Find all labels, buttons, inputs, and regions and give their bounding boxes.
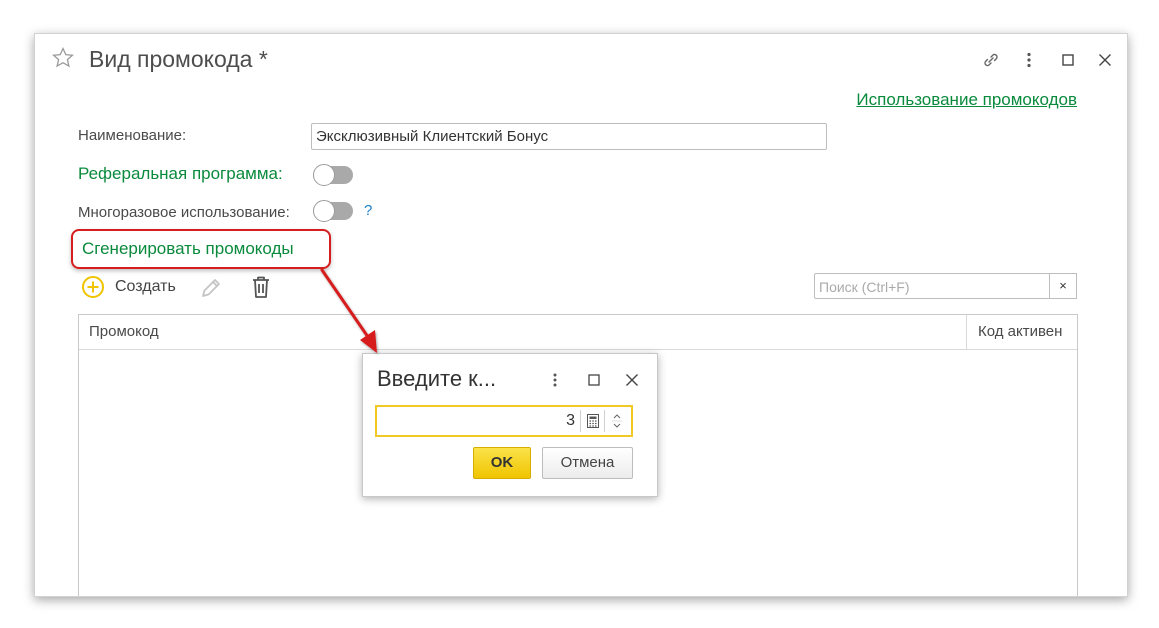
window-title: Вид промокода * — [89, 46, 268, 72]
search-input[interactable]: Поиск (Ctrl+F) — [814, 273, 1050, 299]
column-header-active[interactable]: Код активен — [978, 323, 1062, 340]
more-icon[interactable] — [1019, 50, 1039, 70]
name-input[interactable]: Эксклюзивный Клиентский Бонус — [311, 123, 827, 150]
search-clear-button[interactable]: × — [1050, 273, 1077, 299]
name-label: Наименование: — [78, 127, 187, 144]
star-icon[interactable] — [51, 46, 75, 70]
column-header-promocode[interactable]: Промокод — [89, 323, 159, 340]
promo-usage-link[interactable]: Использование промокодов — [856, 90, 1077, 110]
toggle-knob — [313, 164, 335, 186]
spin-updown-icon[interactable] — [609, 409, 625, 433]
column-divider — [966, 315, 967, 349]
ok-button[interactable]: OK — [473, 447, 531, 479]
generate-promocodes-label: Сгенерировать промокоды — [82, 239, 294, 258]
create-label: Создать — [115, 278, 176, 295]
referral-label: Реферальная программа: — [78, 164, 283, 183]
form-window: Вид промокода * Использование промокодов… — [34, 33, 1128, 597]
calculator-icon[interactable] — [585, 413, 601, 429]
reusable-label: Многоразовое использование: — [78, 204, 290, 221]
dialog-close-icon[interactable] — [622, 370, 642, 390]
field-divider — [604, 410, 605, 432]
maximize-icon[interactable] — [1058, 50, 1078, 70]
number-value: 3 — [566, 412, 575, 429]
generate-promocodes-link[interactable]: Сгенерировать промокоды — [71, 229, 331, 269]
table-header: Промокод Код активен — [79, 315, 1077, 350]
reusable-toggle[interactable] — [313, 200, 353, 222]
delete-trash-icon[interactable] — [248, 274, 274, 300]
dialog-more-icon[interactable] — [547, 370, 563, 390]
dialog-maximize-icon[interactable] — [585, 370, 603, 390]
edit-pencil-icon[interactable] — [198, 275, 224, 301]
toggle-knob — [313, 200, 335, 222]
link-icon[interactable] — [981, 50, 1001, 70]
number-input[interactable]: 3 — [375, 405, 633, 437]
close-icon[interactable] — [1095, 50, 1115, 70]
cancel-button[interactable]: Отмена — [542, 447, 633, 479]
referral-toggle[interactable] — [313, 164, 353, 186]
title-bar: Вид промокода * — [35, 34, 1127, 86]
add-circle-icon — [82, 276, 104, 298]
input-number-dialog: Введите к... 3 OK Отмена — [362, 353, 658, 497]
field-divider — [580, 410, 581, 432]
help-question-icon[interactable]: ? — [364, 202, 372, 219]
dialog-title: Введите к... — [377, 366, 497, 391]
